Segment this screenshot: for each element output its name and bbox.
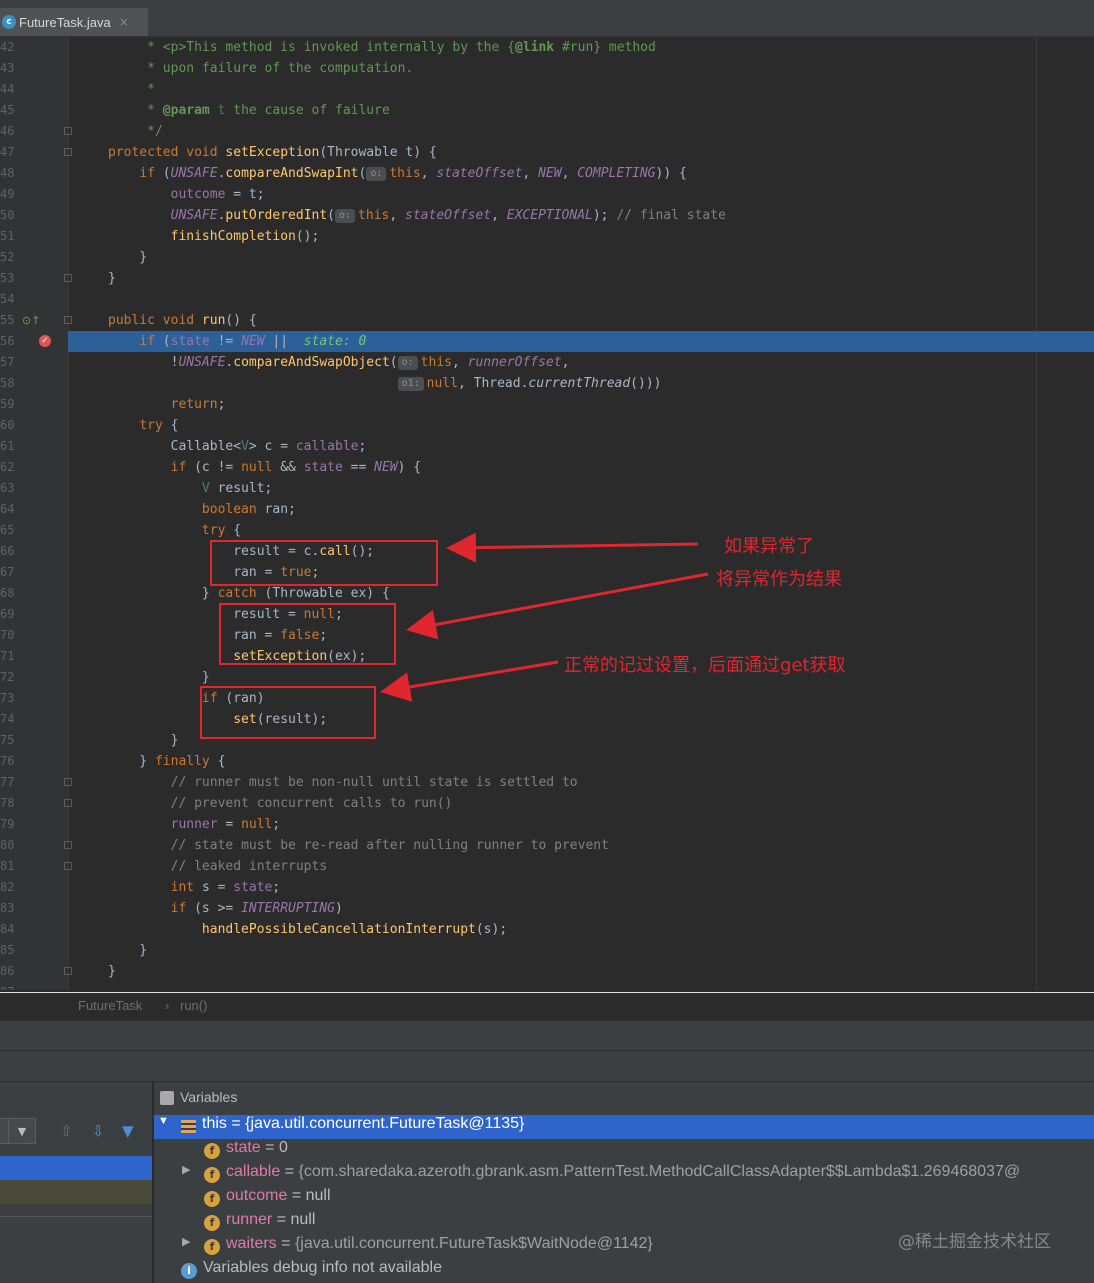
annotation-if-exception: 如果异常了: [724, 536, 814, 557]
variable-name: runner = null: [226, 1211, 316, 1228]
field-icon: f: [204, 1215, 220, 1231]
debug-toolbar: [0, 1020, 1094, 1051]
field-icon: f: [204, 1167, 220, 1183]
collapsed-triangle-icon[interactable]: ▶: [182, 1235, 190, 1248]
annotation-normal-result: 正常的记过设置，后面通过get获取: [564, 655, 846, 676]
chevron-down-icon: ▼: [17, 1124, 27, 1138]
object-stack-icon: [181, 1120, 196, 1133]
breadcrumb-method[interactable]: run(): [180, 998, 207, 1013]
field-icon: f: [204, 1239, 220, 1255]
thread-selector-edge: [0, 1118, 8, 1144]
arrow-1: [446, 532, 699, 563]
variable-row-callable[interactable]: ▶ f callable = {com.sharedaka.azeroth.gb…: [154, 1163, 1094, 1187]
breadcrumb-class[interactable]: FutureTask: [78, 998, 142, 1013]
arrow-up-icon[interactable]: ⇧: [60, 1122, 73, 1140]
variable-row-state[interactable]: f state = 0: [154, 1139, 1094, 1163]
variables-header: Variables: [154, 1082, 1094, 1114]
variables-pane: Variables ▼ this = {java.util.concurrent…: [154, 1082, 1094, 1283]
info-icon: i: [181, 1263, 197, 1279]
variable-name: state = 0: [226, 1139, 288, 1156]
collapsed-triangle-icon[interactable]: ▶: [182, 1163, 190, 1176]
expand-triangle-icon[interactable]: ▼: [158, 1115, 169, 1127]
frame-divider: [0, 1216, 152, 1217]
field-icon: f: [204, 1143, 220, 1159]
tab-label: FutureTask.java: [19, 14, 111, 30]
variable-row-this[interactable]: ▼ this = {java.util.concurrent.FutureTas…: [154, 1115, 1094, 1139]
frames-pane: ▼ ⇧ ⇩ ▼: [0, 1082, 152, 1283]
variables-title: Variables: [180, 1089, 238, 1105]
java-class-icon: c: [2, 15, 16, 29]
variable-name: outcome = null: [226, 1187, 331, 1204]
variable-name: this = {java.util.concurrent.FutureTask@…: [202, 1115, 525, 1132]
arrow-down-icon[interactable]: ⇩: [92, 1122, 105, 1140]
variable-name: callable = {com.sharedaka.azeroth.gbrank…: [226, 1163, 1021, 1180]
field-icon: f: [204, 1191, 220, 1207]
editor-tab-bar: c FutureTask.java ×: [0, 0, 1094, 37]
arrow-2: [406, 572, 709, 640]
thread-dropdown[interactable]: ▼: [8, 1118, 36, 1144]
info-text: Variables debug info not available: [203, 1259, 442, 1276]
code-editor[interactable]: 42 * <p>This method is invoked internall…: [0, 37, 1094, 990]
tab-futuretask-java[interactable]: c FutureTask.java ×: [0, 8, 148, 36]
variable-name: waiters = {java.util.concurrent.FutureTa…: [226, 1235, 653, 1252]
breadcrumb: FutureTask › run(): [0, 992, 1094, 1021]
variables-icon: [160, 1091, 174, 1105]
arrow-3: [380, 660, 559, 702]
annotation-arrows: [380, 532, 709, 702]
selected-frame[interactable]: [0, 1156, 152, 1180]
close-icon[interactable]: ×: [119, 15, 129, 29]
variable-row-outcome[interactable]: f outcome = null: [154, 1187, 1094, 1211]
frame-row[interactable]: [0, 1180, 152, 1204]
debug-tabs-bar: [0, 1050, 1094, 1081]
annotation-exception-as-result: 将异常作为结果: [716, 569, 842, 590]
variables-info-row: i Variables debug info not available: [154, 1259, 1094, 1283]
breadcrumb-separator: ›: [165, 998, 170, 1013]
watermark: @稀土掘金技术社区: [898, 1232, 1051, 1252]
filter-icon[interactable]: ▼: [122, 1122, 134, 1140]
